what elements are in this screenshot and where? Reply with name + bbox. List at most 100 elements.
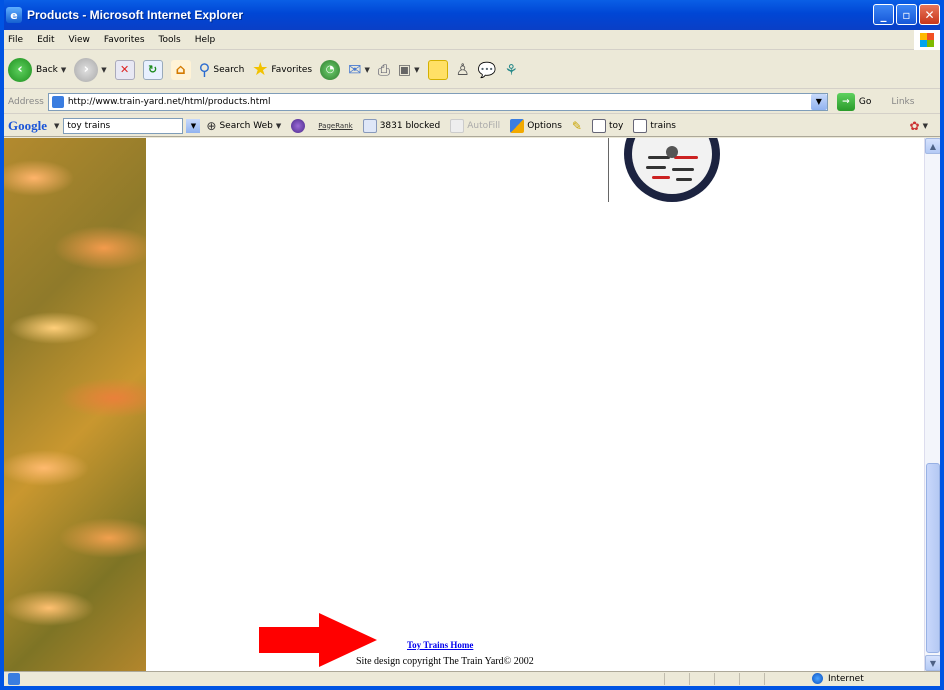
edit-button[interactable]: ▣ ▼ bbox=[398, 62, 420, 78]
google-settings-button[interactable]: ✿ ▼ bbox=[910, 119, 928, 133]
home-button[interactable]: ⌂ bbox=[170, 59, 191, 80]
search-web-dropdown-icon[interactable]: ▼ bbox=[276, 122, 281, 130]
messenger-icon: ♙ bbox=[455, 60, 470, 79]
news-button[interactable] bbox=[291, 118, 308, 133]
back-dropdown-icon[interactable]: ▼ bbox=[61, 66, 66, 74]
menu-edit[interactable]: Edit bbox=[37, 35, 54, 45]
pagerank-label: PageRank bbox=[318, 121, 353, 130]
menu-tools[interactable]: Tools bbox=[159, 35, 181, 45]
scroll-down-icon[interactable]: ▼ bbox=[925, 655, 940, 671]
go-arrow-icon: → bbox=[836, 92, 855, 111]
forward-button[interactable]: › ▼ bbox=[74, 57, 107, 82]
mail-button[interactable]: ✉ ▼ bbox=[348, 60, 370, 79]
messenger-button[interactable]: ♙ bbox=[456, 60, 470, 79]
highlighter-icon: ✎ bbox=[571, 118, 582, 133]
decorative-background-strip bbox=[4, 138, 146, 671]
status-bar: Internet bbox=[4, 671, 940, 686]
search-icon: ⚲ bbox=[198, 60, 211, 79]
menu-file[interactable]: File bbox=[8, 35, 23, 45]
google-menu-dropdown-icon[interactable]: ▼ bbox=[54, 122, 59, 130]
windows-logo-icon bbox=[914, 30, 940, 50]
find-term-trains[interactable]: trains bbox=[633, 118, 676, 133]
google-settings-dropdown-icon[interactable]: ▼ bbox=[923, 122, 928, 130]
maximize-button[interactable]: ▫ bbox=[896, 4, 917, 25]
page-icon bbox=[51, 95, 64, 108]
autofill-button[interactable]: AutoFill bbox=[450, 118, 500, 133]
address-input[interactable]: http://www.train-yard.net/html/products.… bbox=[47, 92, 828, 111]
favorites-label: Favorites bbox=[271, 64, 313, 75]
print-icon: ⎙ bbox=[377, 60, 390, 79]
search-button[interactable]: ⚲ Search bbox=[199, 60, 245, 79]
stop-icon: ✕ bbox=[114, 59, 135, 80]
popup-blocker-icon bbox=[362, 118, 377, 133]
popup-blocker-button[interactable]: 3831 blocked bbox=[362, 118, 441, 133]
scroll-up-icon[interactable]: ▲ bbox=[925, 138, 940, 154]
address-label: Address bbox=[8, 96, 44, 107]
media-button[interactable]: ◔ bbox=[320, 59, 341, 80]
close-button[interactable]: ✕ bbox=[919, 4, 940, 25]
notes-button[interactable] bbox=[427, 59, 448, 80]
find-trains-icon bbox=[633, 118, 648, 133]
stop-button[interactable]: ✕ bbox=[114, 59, 135, 80]
status-cells bbox=[664, 673, 789, 685]
scroll-thumb[interactable] bbox=[926, 463, 940, 653]
discuss-button[interactable]: 💬 bbox=[478, 61, 497, 79]
page-content: Toy Trains Home Site design copyright Th… bbox=[4, 138, 924, 671]
back-button[interactable]: ‹ Back ▼ bbox=[8, 57, 66, 82]
search-web-button[interactable]: ⊕ Search Web ▼ bbox=[206, 119, 281, 133]
forward-dropdown-icon[interactable]: ▼ bbox=[101, 66, 106, 74]
news-icon bbox=[291, 118, 306, 133]
globe-icon bbox=[812, 673, 823, 684]
google-search-dropdown-icon[interactable]: ▼ bbox=[186, 118, 201, 133]
search-web-label: Search Web bbox=[219, 120, 273, 131]
google-toolbar: Google ▼ toy trains ▼ ⊕ Search Web ▼ Pag… bbox=[4, 115, 940, 137]
home-icon: ⌂ bbox=[170, 59, 191, 80]
highlight-button[interactable]: ✎ bbox=[572, 119, 582, 133]
divider-line bbox=[608, 138, 609, 202]
term-toy-label: toy bbox=[608, 120, 624, 131]
research-icon: ⚘ bbox=[504, 60, 518, 79]
pagerank-indicator[interactable]: PageRank bbox=[318, 122, 352, 130]
favorites-button[interactable]: ★ Favorites bbox=[252, 59, 312, 80]
go-button[interactable]: → Go bbox=[836, 92, 872, 111]
find-term-toy[interactable]: toy bbox=[591, 118, 624, 133]
autofill-icon bbox=[450, 118, 465, 133]
security-zone: Internet bbox=[812, 673, 864, 684]
links-button[interactable]: Links bbox=[891, 97, 914, 107]
options-icon bbox=[510, 118, 525, 133]
mail-icon: ✉ bbox=[348, 60, 362, 79]
vertical-scrollbar[interactable]: ▲ ▼ bbox=[924, 138, 940, 671]
refresh-button[interactable]: ↻ bbox=[142, 59, 163, 80]
menu-view[interactable]: View bbox=[69, 35, 90, 45]
research-button[interactable]: ⚘ bbox=[505, 61, 518, 79]
back-label: Back bbox=[36, 64, 58, 75]
toy-trains-home-link[interactable]: Toy Trains Home bbox=[407, 640, 473, 650]
window-title: Products - Microsoft Internet Explorer bbox=[27, 8, 244, 22]
options-button[interactable]: Options bbox=[510, 118, 562, 133]
google-logo[interactable]: Google bbox=[8, 118, 47, 134]
minimize-button[interactable]: _ bbox=[873, 4, 894, 25]
mail-dropdown-icon[interactable]: ▼ bbox=[364, 66, 369, 74]
media-icon: ◔ bbox=[320, 59, 341, 80]
notes-icon bbox=[427, 59, 448, 80]
browser-window: e Products - Microsoft Internet Explorer… bbox=[0, 0, 944, 690]
edit-icon: ▣ bbox=[397, 61, 412, 78]
menu-help[interactable]: Help bbox=[195, 35, 216, 45]
favorites-star-icon: ★ bbox=[252, 59, 269, 80]
term-trains-label: trains bbox=[650, 120, 676, 131]
edit-dropdown-icon[interactable]: ▼ bbox=[414, 66, 419, 74]
google-settings-icon: ✿ bbox=[909, 118, 920, 133]
menu-favorites[interactable]: Favorites bbox=[104, 35, 145, 45]
google-search-input[interactable]: toy trains bbox=[63, 117, 184, 134]
clock-logo-image bbox=[624, 138, 720, 202]
address-url: http://www.train-yard.net/html/products.… bbox=[67, 96, 271, 107]
title-bar[interactable]: e Products - Microsoft Internet Explorer… bbox=[4, 0, 940, 30]
print-button[interactable]: ⎙ bbox=[378, 61, 390, 79]
find-toy-icon bbox=[591, 118, 606, 133]
address-dropdown-icon[interactable]: ▼ bbox=[810, 93, 827, 110]
binoculars-icon: ⊕ bbox=[206, 118, 217, 133]
go-label: Go bbox=[858, 96, 872, 107]
discuss-icon: 💬 bbox=[477, 60, 497, 79]
blocked-count: 3831 blocked bbox=[379, 120, 441, 131]
address-bar: Address http://www.train-yard.net/html/p… bbox=[4, 90, 940, 114]
